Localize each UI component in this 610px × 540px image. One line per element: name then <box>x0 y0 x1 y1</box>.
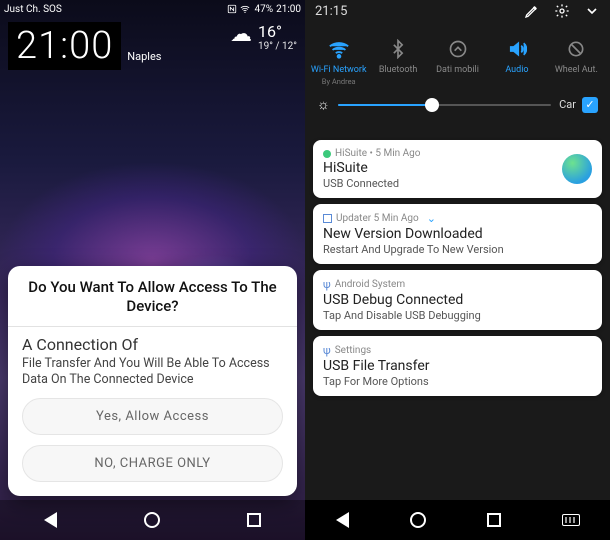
updater-icon <box>323 214 332 223</box>
settings-icon[interactable] <box>554 3 570 19</box>
notif-line: USB Connected <box>323 177 592 190</box>
dialog-title: Do You Want To Allow Access To The Devic… <box>22 278 283 316</box>
qs-label: Dati mobili <box>436 65 479 75</box>
notif-meta: Settings <box>335 345 372 356</box>
qs-sublabel: By Andrea <box>322 77 356 86</box>
qs-label: Wi-Fi Network <box>311 65 367 75</box>
notification-shade: 21:15 Wi-Fi Network By Andrea Bluetooth … <box>305 0 610 540</box>
battery-label: 47% <box>255 4 274 15</box>
qs-wheel-auto[interactable]: Wheel Aut. <box>547 38 606 86</box>
back-button[interactable] <box>40 509 62 531</box>
notification-updater[interactable]: Updater 5 Min Ago ⌄ New Version Downloade… <box>313 204 602 264</box>
audio-icon <box>506 38 528 60</box>
qs-bluetooth[interactable]: Bluetooth <box>368 38 427 86</box>
hisuite-globe-icon <box>562 154 592 184</box>
brightness-row: ☼ Car ✓ <box>305 88 610 125</box>
notif-title: USB Debug Connected <box>323 292 592 308</box>
wifi-icon <box>240 4 250 14</box>
notif-title: HiSuite <box>323 160 592 176</box>
bluetooth-icon <box>387 38 409 60</box>
qs-audio[interactable]: Audio <box>487 38 546 86</box>
weather-temp: 16° <box>258 22 297 41</box>
auto-brightness-checkbox[interactable]: ✓ <box>582 97 598 113</box>
brightness-icon: ☼ <box>317 96 330 113</box>
wheel-icon <box>565 38 587 60</box>
keyboard-icon[interactable] <box>562 514 580 526</box>
qs-label: Wheel Aut. <box>555 65 598 75</box>
dialog-subtitle: A Connection Of <box>22 335 283 354</box>
notif-line: Tap For More Options <box>323 375 592 388</box>
mobile-data-icon <box>447 38 469 60</box>
city-label: Naples <box>127 50 161 63</box>
statusbar-right: 21:15 <box>305 0 610 22</box>
weather-icon: ☁ <box>230 22 252 47</box>
charge-only-button[interactable]: NO, CHARGE ONLY <box>22 445 283 482</box>
notif-meta: Android System <box>335 279 405 290</box>
home-button[interactable] <box>410 512 426 528</box>
weather-widget[interactable]: ☁ 16° 19° / 12° <box>230 22 297 52</box>
notification-android-system[interactable]: ψ Android System USB Debug Connected Tap … <box>313 270 602 330</box>
notif-title: New Version Downloaded <box>323 226 592 242</box>
quick-settings: Wi-Fi Network By Andrea Bluetooth Dati m… <box>305 32 610 125</box>
wifi-icon <box>328 38 350 60</box>
usb-icon: ψ <box>323 278 331 291</box>
back-button[interactable] <box>336 512 349 528</box>
notification-settings[interactable]: ψ Settings USB File Transfer Tap For More… <box>313 336 602 396</box>
nfc-icon <box>227 4 237 14</box>
dialog-description: File Transfer And You Will Be Able To Ac… <box>22 356 283 389</box>
usb-access-dialog: Do You Want To Allow Access To The Devic… <box>8 266 297 496</box>
lockscreen-clock: 21:00 <box>8 22 121 70</box>
chevron-down-icon[interactable] <box>584 3 600 19</box>
notif-meta: HiSuite • 5 Min Ago <box>335 148 420 159</box>
navbar-right <box>305 500 610 540</box>
qs-label: Bluetooth <box>379 65 418 75</box>
notification-hisuite[interactable]: HiSuite • 5 Min Ago HiSuite USB Connecte… <box>313 140 602 198</box>
notif-title: USB File Transfer <box>323 358 592 374</box>
notif-line: Tap And Disable USB Debugging <box>323 309 592 322</box>
qs-label: Audio <box>505 65 528 75</box>
lockscreen-panel: Just Ch. SOS 47% 21:00 21:00 Naples ☁ 16… <box>0 0 305 540</box>
auto-brightness-label: Car <box>559 98 576 111</box>
app-dot-icon <box>323 150 331 158</box>
statusbar-time: 21:15 <box>315 4 347 19</box>
usb-icon: ψ <box>323 344 331 357</box>
edit-icon[interactable] <box>524 3 540 19</box>
home-button[interactable] <box>141 509 163 531</box>
brightness-slider[interactable] <box>338 104 551 106</box>
statusbar-clock: 21:00 <box>276 4 301 15</box>
weather-range: 19° / 12° <box>258 41 297 52</box>
recents-button[interactable] <box>243 509 265 531</box>
notif-meta: Updater 5 Min Ago <box>336 213 419 224</box>
navbar-left <box>0 500 305 540</box>
recents-button[interactable] <box>487 513 501 527</box>
notif-line: Restart And Upgrade To New Version <box>323 243 592 256</box>
chevron-down-icon[interactable]: ⌄ <box>427 212 436 225</box>
statusbar-left: Just Ch. SOS 47% 21:00 <box>0 0 305 18</box>
qs-mobile-data[interactable]: Dati mobili <box>428 38 487 86</box>
allow-access-button[interactable]: Yes, Allow Access <box>22 398 283 435</box>
carrier-label: Just Ch. SOS <box>4 4 62 15</box>
qs-wifi[interactable]: Wi-Fi Network By Andrea <box>309 38 368 86</box>
